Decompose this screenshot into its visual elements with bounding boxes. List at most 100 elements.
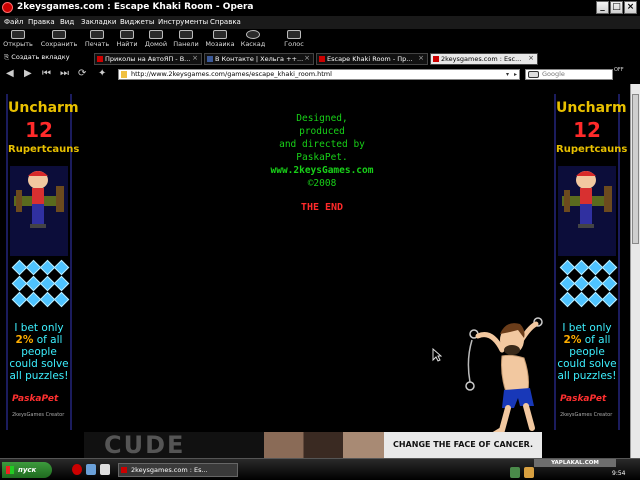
print-label: Печать xyxy=(84,40,110,48)
maximize-button[interactable]: □ xyxy=(610,1,623,14)
cascade-button[interactable]: Каскад xyxy=(239,29,267,51)
tab-label: 2keysgames.com : Esc... xyxy=(441,55,522,63)
windows-taskbar: пуск 2keysgames.com : Es... 9:54 YAPLAKA… xyxy=(0,458,640,480)
tab-close-icon[interactable]: × xyxy=(191,54,199,62)
fast-forward-icon[interactable]: ⏭ xyxy=(60,68,69,80)
url-dropdown-icon[interactable]: ▾ xyxy=(506,70,509,79)
find-label: Найти xyxy=(116,40,138,48)
diamond-icon xyxy=(601,291,618,308)
save-label: Сохранить xyxy=(40,40,78,48)
banner-diamonds xyxy=(11,259,70,312)
forward-icon[interactable]: ▶ xyxy=(24,68,32,80)
diamond-icon xyxy=(53,259,70,276)
tray-network-icon[interactable] xyxy=(510,467,520,478)
bet-percent: 2% xyxy=(15,334,34,346)
new-tab-button[interactable]: ⎘ Создать вкладку xyxy=(4,53,70,62)
home-button[interactable]: Домой xyxy=(143,29,169,51)
ad-cta-text[interactable]: CHANGE THE FACE OF CANCER. xyxy=(384,432,542,458)
tab-2keysgames-active[interactable]: 2keysgames.com : Esc... × xyxy=(430,53,538,65)
opera-icon xyxy=(2,2,13,13)
ad-big-text: CUDE xyxy=(104,432,186,458)
menu-help[interactable]: Справка xyxy=(210,18,241,26)
menu-edit[interactable]: Правка xyxy=(28,18,55,26)
minimize-button[interactable]: _ xyxy=(596,1,609,14)
tab-close-icon[interactable]: × xyxy=(527,54,535,62)
tab-favicon xyxy=(433,56,439,62)
voice-icon xyxy=(287,30,301,39)
menu-file[interactable]: Файл xyxy=(4,18,23,26)
watermark: YAPLAKAL.COM xyxy=(534,459,616,467)
new-tab-label: Создать вкладку xyxy=(11,53,70,61)
start-label: пуск xyxy=(18,466,37,474)
rewind-icon[interactable]: ⏮ xyxy=(42,68,51,80)
cascade-label: Каскад xyxy=(240,40,266,48)
tile-label: Мозаика xyxy=(205,40,235,48)
game-credits: Designed, produced and directed by Paska… xyxy=(230,112,414,190)
opera-icon xyxy=(121,467,127,473)
menu-bar: Файл Правка Вид Закладки Виджеты Инструм… xyxy=(0,16,640,29)
tab-escape-khaki[interactable]: Escape Khaki Room - Пр... × xyxy=(316,53,428,65)
panels-button[interactable]: Панели xyxy=(172,29,200,51)
tile-button[interactable]: Мозаика xyxy=(204,29,236,51)
vertical-scrollbar[interactable] xyxy=(630,84,640,458)
page-icon xyxy=(121,71,127,78)
menu-view[interactable]: Вид xyxy=(60,18,74,26)
bet-pre: I bet only xyxy=(562,322,612,334)
credits-line: and directed by xyxy=(279,139,365,150)
voice-label: Голос xyxy=(284,40,304,48)
right-banner[interactable]: Uncharm 12 Rupertcauns I bet only 2% of … xyxy=(554,94,627,430)
banner-signature: PaskaPet xyxy=(12,394,59,404)
turbo-off-badge[interactable]: OFF xyxy=(614,67,624,73)
scrollbar-thumb[interactable] xyxy=(632,94,639,244)
save-button[interactable]: Сохранить xyxy=(40,29,78,51)
open-button[interactable]: Открыть xyxy=(2,29,34,51)
explorer-quicklaunch-icon[interactable] xyxy=(86,464,96,475)
credits-site-link[interactable]: www.2keysGames.com xyxy=(230,164,414,177)
tab-vkontakte[interactable]: В Контакте | Хельга ++... × xyxy=(204,53,314,65)
desktop-quicklaunch-icon[interactable] xyxy=(100,464,110,475)
find-button[interactable]: Найти xyxy=(115,29,139,51)
back-icon[interactable]: ◀ xyxy=(6,68,14,80)
menu-widgets[interactable]: Виджеты xyxy=(120,18,154,26)
left-banner[interactable]: Uncharm 12 Rupertcauns I bet only 2% of … xyxy=(6,94,79,430)
tab-prikoly[interactable]: Приколы на АвтоЯП - В... × xyxy=(94,53,202,65)
tab-favicon xyxy=(319,56,325,62)
wand-icon[interactable]: ✦ xyxy=(98,68,106,80)
print-button[interactable]: Печать xyxy=(83,29,111,51)
title-bar: 2keysgames.com : Escape Khaki Room - Ope… xyxy=(0,0,640,16)
banner-creator: 2keysGames Creator xyxy=(560,412,613,418)
close-button[interactable]: × xyxy=(624,1,637,14)
address-bar: ◀ ▶ ⏮ ⏭ ⟳ ✦ http://www.2keysgames.com/ga… xyxy=(0,66,640,82)
page-content: Uncharm 12 Rupertcauns I bet only 2% of … xyxy=(0,84,630,458)
tab-label: В Контакте | Хельга ++... xyxy=(215,55,304,63)
reload-icon[interactable]: ⟳ xyxy=(78,68,86,80)
save-icon xyxy=(52,30,66,39)
ad-faces-image xyxy=(264,432,384,458)
tray-volume-icon[interactable] xyxy=(524,467,534,478)
tab-favicon xyxy=(97,56,103,62)
advertisement-banner[interactable]: CUDE CHANGE THE FACE OF CANCER. xyxy=(84,432,542,458)
url-field[interactable]: http://www.2keysgames.com/games/escape_k… xyxy=(118,69,520,80)
menu-bookmarks[interactable]: Закладки xyxy=(81,18,116,26)
banner-creator: 2keysGames Creator xyxy=(12,412,65,418)
credits-author: PaskaPet. xyxy=(296,152,348,163)
tab-close-icon[interactable]: × xyxy=(303,54,311,62)
tab-bar: ⎘ Создать вкладку Приколы на АвтоЯП - В.… xyxy=(0,51,640,66)
search-field[interactable]: Google xyxy=(525,69,613,80)
tab-close-icon[interactable]: × xyxy=(417,54,425,62)
main-toolbar: Открыть Сохранить Печать Найти Домой Пан… xyxy=(0,29,640,51)
taskbar-window-button[interactable]: 2keysgames.com : Es... xyxy=(118,463,238,477)
start-button[interactable]: пуск xyxy=(2,462,52,478)
banner-title: Uncharm xyxy=(8,100,79,116)
clock[interactable]: 9:54 xyxy=(612,470,625,477)
menu-tools[interactable]: Инструменты xyxy=(158,18,208,26)
opera-quicklaunch-icon[interactable] xyxy=(72,464,82,475)
banner-diamonds xyxy=(559,259,618,312)
home-icon xyxy=(149,30,163,39)
voice-button[interactable]: Голос xyxy=(282,29,306,51)
tab-label: Escape Khaki Room - Пр... xyxy=(327,55,413,63)
banner-character-illustration xyxy=(10,166,68,256)
diamond-icon xyxy=(601,275,618,292)
banner-bet-text: I bet only 2% of all people could solve … xyxy=(8,322,70,382)
url-go-icon[interactable]: ▸ xyxy=(514,70,517,79)
